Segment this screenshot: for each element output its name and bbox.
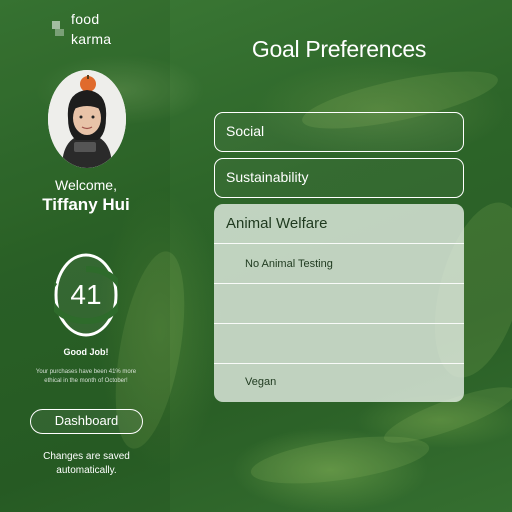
logo-text: food karma (71, 9, 111, 49)
welcome-label: Welcome, (55, 177, 117, 193)
autosave-note: Changes are saved automatically. (43, 451, 130, 476)
option-no-animal-testing[interactable]: No Animal Testing (214, 244, 464, 284)
dashboard-button[interactable]: Dashboard (30, 409, 143, 434)
user-name: Tiffany Hui (42, 195, 130, 214)
score-value: 41 (70, 279, 102, 310)
logo-line-1: food (71, 11, 100, 27)
goal-sustainability[interactable]: Sustainability (214, 158, 464, 198)
logo-icon (52, 21, 64, 36)
option-vegan[interactable]: Vegan (214, 364, 464, 402)
score-message: Your purchases have been 41% more ethica… (35, 369, 137, 384)
goal-animal-welfare-header[interactable]: Animal Welfare (214, 204, 464, 244)
app-logo[interactable]: food karma (52, 9, 111, 49)
avatar[interactable] (48, 70, 126, 168)
goal-social[interactable]: Social (214, 112, 464, 152)
score-headline: Good Job! (63, 347, 109, 357)
page-title: Goal Preferences (251, 36, 427, 62)
score-ring: 41 (47, 253, 125, 337)
goal-animal-welfare-panel: Animal Welfare No Animal Testing Vegan (214, 204, 464, 402)
logo-line-2: karma (71, 31, 112, 47)
option-row-empty[interactable] (214, 324, 464, 364)
option-row-empty[interactable] (214, 284, 464, 324)
